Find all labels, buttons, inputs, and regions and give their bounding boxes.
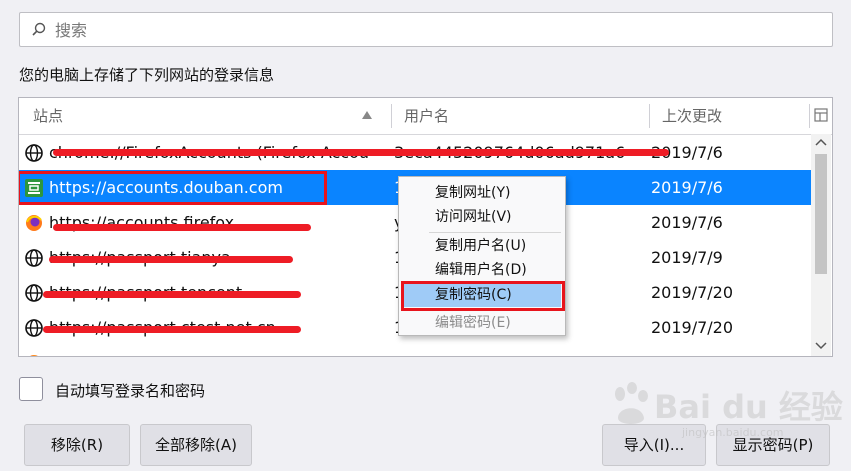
autofill-label[interactable]: 自动填写登录名和密码 (55, 380, 205, 401)
scroll-down-arrow-icon[interactable] (815, 342, 827, 350)
context-menu: 复制网址(Y) 访问网址(V) 复制用户名(U) 编辑用户名(D) 复制密码(C… (398, 176, 566, 336)
row-date: 2019/7/20 (651, 283, 734, 302)
remove-button[interactable]: 移除(R) (24, 424, 130, 466)
scroll-up-arrow-icon[interactable] (815, 138, 827, 146)
table-header: 站点 用户名 上次更改 (19, 98, 832, 135)
column-divider[interactable] (809, 104, 810, 128)
row-date: 2019/7/6 (651, 143, 723, 162)
table-row[interactable]: chrome://FirefoxAccounts (Firefox Accou … (19, 135, 811, 170)
table-row[interactable]: https://mail 18602525400 2019/7/9 (19, 345, 811, 356)
paw-logo-icon (615, 382, 648, 424)
redaction-mark (43, 291, 301, 298)
remove-all-button[interactable]: 全部移除(A) (140, 424, 252, 466)
menu-item-visit-url[interactable]: 访问网址(V) (435, 206, 512, 228)
firefox-icon (26, 215, 42, 231)
row-site: https://mail (49, 345, 389, 356)
firefox-icon (30, 355, 38, 356)
redaction-mark (43, 326, 301, 333)
watermark-url: jingyan.baidu.com (682, 426, 784, 439)
scrollbar-thumb[interactable] (815, 154, 827, 274)
search-field[interactable] (19, 12, 833, 47)
menu-separator (429, 232, 561, 233)
column-header-username[interactable]: 用户名 (404, 98, 449, 134)
menu-item-edit-username[interactable]: 编辑用户名(D) (435, 259, 527, 281)
baidu-watermark: Bai du 经验 jingyan.baidu.com (610, 382, 843, 444)
redaction-mark (53, 224, 311, 231)
row-site: https://accounts.firefox (49, 213, 235, 232)
globe-icon (25, 144, 43, 162)
search-input[interactable] (53, 15, 817, 46)
menu-item-edit-password: 编辑密码(E) (435, 315, 511, 331)
sort-ascending-icon[interactable] (362, 111, 372, 119)
annotation-highlight-box (401, 281, 565, 311)
redaction-mark (49, 256, 293, 263)
row-date: 2019/7/6 (651, 178, 723, 197)
globe-icon (25, 319, 43, 337)
menu-item-copy-url[interactable]: 复制网址(Y) (435, 182, 510, 204)
column-divider[interactable] (391, 104, 392, 128)
globe-icon (25, 249, 43, 267)
saved-logins-description: 您的电脑上存储了下列网站的登录信息 (19, 66, 275, 84)
autofill-checkbox[interactable] (19, 377, 43, 401)
row-date: 2019/7/9 (651, 345, 791, 356)
redaction-mark (53, 149, 669, 156)
row-date: 2019/7/6 (651, 213, 723, 232)
watermark-text: Bai du 经验 (654, 388, 843, 426)
menu-item-copy-username[interactable]: 复制用户名(U) (435, 235, 526, 257)
column-picker-icon[interactable] (814, 108, 828, 122)
column-header-site[interactable]: 站点 (33, 98, 63, 134)
search-icon (32, 22, 46, 36)
column-divider[interactable] (649, 104, 650, 128)
globe-icon (25, 284, 43, 302)
row-date: 2019/7/9 (651, 248, 723, 267)
vertical-scrollbar[interactable] (811, 134, 831, 356)
annotation-highlight-box (19, 171, 327, 205)
column-header-last-changed[interactable]: 上次更改 (662, 98, 722, 134)
row-username: 18602525400 (394, 345, 644, 356)
row-date: 2019/7/20 (651, 318, 734, 337)
